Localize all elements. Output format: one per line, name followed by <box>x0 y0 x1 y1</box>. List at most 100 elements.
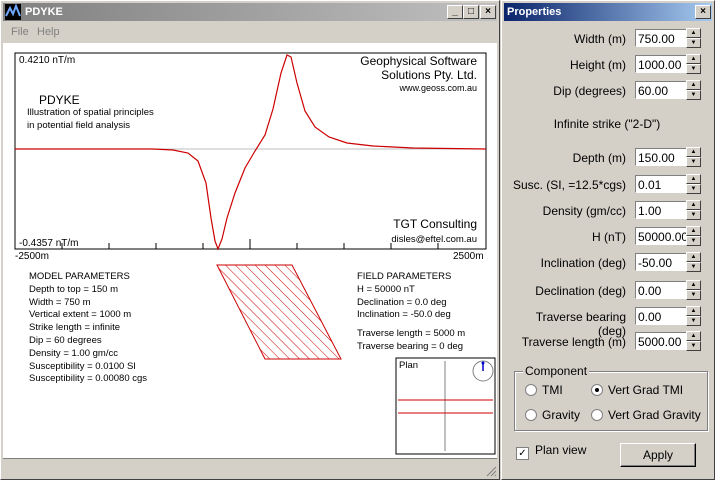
spin-down-icon[interactable]: ▼ <box>686 157 701 167</box>
radio-gravity-label: Gravity <box>542 408 581 422</box>
spin-up-icon[interactable]: ▲ <box>686 331 701 341</box>
properties-title-bar[interactable]: Properties × <box>504 3 712 21</box>
width-label: Width (m) <box>574 32 626 46</box>
close-button[interactable]: × <box>480 5 496 19</box>
spin-up-icon[interactable]: ▲ <box>686 200 701 210</box>
plot-subtitle-1: Illustration of spatial principles <box>27 107 154 118</box>
field-param-line: Inclination = -50.0 deg <box>357 309 451 321</box>
field-strength-spinner[interactable]: ▲ ▼ <box>686 226 701 246</box>
traverse-bearing-input[interactable]: 0.00 <box>635 307 687 325</box>
width-input[interactable]: 750.00 <box>635 29 687 47</box>
spin-down-icon[interactable]: ▼ <box>686 262 701 272</box>
model-param-line: Density = 1.00 gm/cc <box>29 347 118 359</box>
depth-spinner[interactable]: ▲ ▼ <box>686 147 701 167</box>
status-bar <box>3 458 497 477</box>
spin-down-icon[interactable]: ▼ <box>686 64 701 74</box>
height-spinner[interactable]: ▲ ▼ <box>686 54 701 74</box>
inclination-spinner[interactable]: ▲ ▼ <box>686 252 701 272</box>
pdyke-window: PDYKE _ □ × File Help 0.4210 nT/m -0.435… <box>0 0 500 480</box>
spin-up-icon[interactable]: ▲ <box>686 28 701 38</box>
x-left-label: -2500m <box>15 251 49 262</box>
spin-up-icon[interactable]: ▲ <box>686 174 701 184</box>
model-params-heading: MODEL PARAMETERS <box>29 271 130 282</box>
inclination-label: Inclination (deg) <box>540 256 626 270</box>
menu-bar: File Help <box>3 23 497 41</box>
dip-spinner[interactable]: ▲ ▼ <box>686 80 701 100</box>
spin-down-icon[interactable]: ▼ <box>686 316 701 326</box>
declination-input[interactable]: 0.00 <box>635 281 687 299</box>
radio-vert-grad-gravity[interactable]: Vert Grad Gravity <box>591 408 701 422</box>
properties-window: Properties × Width (m) 750.00 ▲ ▼ Height … <box>501 0 715 480</box>
properties-title: Properties <box>507 6 562 18</box>
plan-view-checkbox[interactable]: ✓ Plan view <box>516 443 586 460</box>
depth-label: Depth (m) <box>572 151 626 165</box>
menu-file[interactable]: File <box>11 26 29 38</box>
inclination-input[interactable]: -50.00 <box>635 253 687 271</box>
spin-up-icon[interactable]: ▲ <box>686 80 701 90</box>
checkmark-icon[interactable]: ✓ <box>516 447 529 460</box>
susceptibility-input[interactable]: 0.01 <box>635 175 687 193</box>
y-max-label: 0.4210 nT/m <box>19 55 76 66</box>
infinite-strike-note: Infinite strike ("2-D") <box>553 117 661 131</box>
spin-down-icon[interactable]: ▼ <box>686 210 701 220</box>
spin-down-icon[interactable]: ▼ <box>686 341 701 351</box>
model-parameters: MODEL PARAMETERS Depth to top = 150 m Wi… <box>29 271 147 386</box>
maximize-button[interactable]: □ <box>463 5 479 19</box>
model-param-line: Susceptibility = 0.0100 SI <box>29 360 136 372</box>
spin-up-icon[interactable]: ▲ <box>686 54 701 64</box>
density-label: Density (gm/cc) <box>542 204 626 218</box>
model-param-line: Width = 750 m <box>29 296 91 308</box>
plot-canvas[interactable]: 0.4210 nT/m -0.4357 nT/m -2500m 2500m PD… <box>3 43 497 458</box>
radio-vert-grad-gravity-label: Vert Grad Gravity <box>608 408 701 422</box>
spin-down-icon[interactable]: ▼ <box>686 290 701 300</box>
company-name-1: Geophysical Software <box>360 54 477 68</box>
traverse-length-spinner[interactable]: ▲ ▼ <box>686 331 701 351</box>
radio-selected-icon[interactable] <box>591 384 603 396</box>
field-param-line: Traverse length = 5000 m <box>357 328 466 340</box>
dip-label: Dip (degrees) <box>553 84 626 98</box>
component-group-title: Component <box>523 364 590 378</box>
declination-label: Declination (deg) <box>535 284 626 298</box>
radio-vert-grad-tmi[interactable]: Vert Grad TMI <box>591 383 683 397</box>
radio-icon[interactable] <box>525 409 537 421</box>
width-spinner[interactable]: ▲ ▼ <box>686 28 701 48</box>
menu-help[interactable]: Help <box>37 26 60 38</box>
depth-input[interactable]: 150.00 <box>635 148 687 166</box>
dip-input[interactable]: 60.00 <box>635 81 687 99</box>
density-input[interactable]: 1.00 <box>635 201 687 219</box>
radio-tmi[interactable]: TMI <box>525 383 563 397</box>
traverse-bearing-spinner[interactable]: ▲ ▼ <box>686 306 701 326</box>
field-param-line: H = 50000 nT <box>357 283 415 295</box>
apply-button[interactable]: Apply <box>620 443 696 467</box>
consult-name: TGT Consulting <box>393 217 477 231</box>
declination-spinner[interactable]: ▲ ▼ <box>686 280 701 300</box>
main-title: PDYKE <box>25 6 63 18</box>
spin-up-icon[interactable]: ▲ <box>686 147 701 157</box>
spin-down-icon[interactable]: ▼ <box>686 38 701 48</box>
density-spinner[interactable]: ▲ ▼ <box>686 200 701 220</box>
spin-up-icon[interactable]: ▲ <box>686 252 701 262</box>
minimize-button[interactable]: _ <box>447 5 463 19</box>
model-param-line: Strike length = infinite <box>29 322 121 334</box>
resize-grip-icon[interactable] <box>485 465 497 477</box>
spin-down-icon[interactable]: ▼ <box>686 90 701 100</box>
spin-up-icon[interactable]: ▲ <box>686 306 701 316</box>
radio-icon[interactable] <box>591 409 603 421</box>
traverse-bearing-label: Traverse bearing (deg) <box>535 310 626 338</box>
spin-up-icon[interactable]: ▲ <box>686 280 701 290</box>
spin-up-icon[interactable]: ▲ <box>686 226 701 236</box>
height-input[interactable]: 1000.00 <box>635 55 687 73</box>
model-param-line: Dip = 60 degrees <box>29 334 102 346</box>
susceptibility-label: Susc. (SI, =12.5*cgs) <box>512 178 626 192</box>
main-title-bar[interactable]: PDYKE _ □ × <box>3 3 497 21</box>
radio-icon[interactable] <box>525 384 537 396</box>
field-strength-input[interactable]: 50000.00 <box>635 227 688 245</box>
spin-down-icon[interactable]: ▼ <box>686 236 701 246</box>
plan-view-label: Plan view <box>535 443 587 457</box>
susceptibility-spinner[interactable]: ▲ ▼ <box>686 174 701 194</box>
model-param-line: Depth to top = 150 m <box>29 283 118 295</box>
properties-close-button[interactable]: × <box>695 5 711 19</box>
radio-gravity[interactable]: Gravity <box>525 408 580 422</box>
spin-down-icon[interactable]: ▼ <box>686 184 701 194</box>
traverse-length-input[interactable]: 5000.00 <box>635 332 687 350</box>
